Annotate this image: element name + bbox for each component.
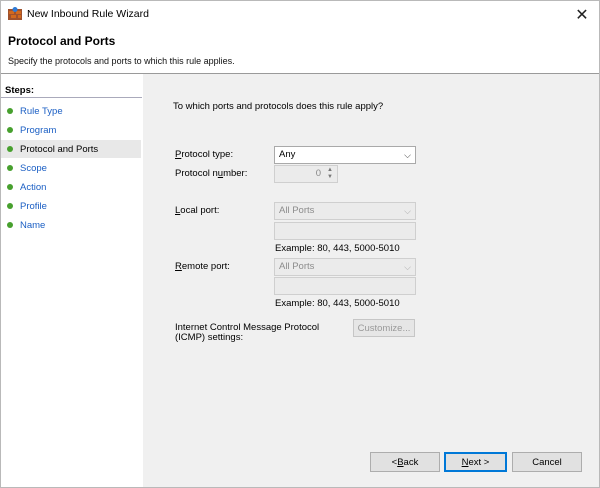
step-action[interactable]: Action (1, 178, 141, 196)
chevron-down-icon: ⌵ (404, 262, 411, 272)
remote-port-label-rest: emote port: (181, 261, 230, 272)
spin-arrows-icon[interactable]: ▲ ▼ (325, 167, 335, 181)
back-button-rest: ack (403, 456, 419, 468)
step-label: Profile (20, 200, 47, 212)
step-program[interactable]: Program (1, 121, 141, 139)
wizard-window: New Inbound Rule Wizard ✕ Protocol and P… (0, 0, 600, 488)
step-label: Scope (20, 162, 47, 174)
step-scope[interactable]: Scope (1, 159, 141, 177)
local-port-select[interactable]: All Ports ⌵ (274, 202, 416, 220)
title-bar: New Inbound Rule Wizard ✕ (1, 1, 599, 27)
remote-port-select[interactable]: All Ports ⌵ (274, 258, 416, 276)
protocol-type-label: Protocol type: (175, 149, 233, 160)
main-panel: To which ports and protocols does this r… (143, 74, 599, 487)
step-label: Name (20, 219, 46, 231)
protocol-number-stepper[interactable]: 0 ▲ ▼ (274, 165, 338, 183)
remote-port-label: Remote port: (175, 261, 230, 272)
question-text: To which ports and protocols does this r… (173, 101, 384, 112)
local-port-label: Local port: (175, 205, 219, 216)
protocol-type-select[interactable]: Any ⌵ (274, 146, 416, 164)
cancel-button[interactable]: Cancel (512, 452, 582, 472)
icmp-label-line2: (ICMP) settings: (175, 332, 244, 343)
step-rule-type[interactable]: Rule Type (1, 102, 141, 120)
next-button-rest: ext > (468, 456, 490, 468)
step-status-icon (7, 146, 13, 152)
back-button[interactable]: < Back (370, 452, 440, 472)
step-status-icon (7, 203, 13, 209)
local-port-label-rest: ocal port: (180, 205, 220, 216)
wizard-header: Protocol and Ports Specify the protocols… (1, 27, 599, 73)
step-protocol-and-ports[interactable]: Protocol and Ports (1, 140, 141, 158)
step-status-icon (7, 108, 13, 114)
next-button[interactable]: Next > (444, 452, 507, 472)
step-status-icon (7, 165, 13, 171)
steps-heading: Steps: (5, 85, 35, 96)
step-profile[interactable]: Profile (1, 197, 141, 215)
step-label: Program (20, 124, 57, 136)
step-label: Action (20, 181, 47, 193)
local-port-value: All Ports (279, 205, 315, 216)
chevron-down-icon: ⌵ (404, 206, 411, 216)
steps-divider (1, 97, 142, 98)
step-name[interactable]: Name (1, 216, 141, 234)
protocol-number-label: Protocol number: (175, 168, 247, 179)
firewall-icon (8, 7, 22, 20)
local-port-input[interactable] (274, 222, 416, 240)
local-port-example: Example: 80, 443, 5000-5010 (275, 243, 400, 254)
step-label: Protocol and Ports (20, 143, 99, 155)
step-status-icon (7, 184, 13, 190)
close-icon: ✕ (575, 4, 589, 24)
steps-panel: Steps: Rule Type Program Protocol and Po… (1, 81, 142, 487)
remote-port-value: All Ports (279, 261, 315, 272)
next-button-accel: N (461, 456, 469, 468)
remote-port-input[interactable] (274, 277, 416, 295)
protocol-type-label-rest: rotocol type: (181, 149, 234, 160)
page-subtitle: Specify the protocols and ports to which… (8, 56, 235, 66)
step-status-icon (7, 127, 13, 133)
protocol-number-value: 0 (315, 168, 321, 179)
icmp-label: Internet Control Message Protocol (ICMP)… (175, 323, 319, 343)
step-label: Rule Type (20, 105, 63, 117)
close-button[interactable]: ✕ (571, 3, 593, 25)
protocol-number-label-rest: mber: (223, 168, 248, 179)
remote-port-label-accel: R (175, 261, 182, 272)
customize-button[interactable]: Customize... (353, 319, 415, 337)
step-status-icon (7, 222, 13, 228)
protocol-number-label-pre: Protocol n (175, 168, 218, 179)
protocol-type-value: Any (279, 149, 296, 160)
chevron-down-icon: ⌵ (404, 150, 411, 160)
window-title: New Inbound Rule Wizard (27, 8, 149, 20)
remote-port-example: Example: 80, 443, 5000-5010 (275, 298, 400, 309)
page-title: Protocol and Ports (8, 34, 116, 48)
